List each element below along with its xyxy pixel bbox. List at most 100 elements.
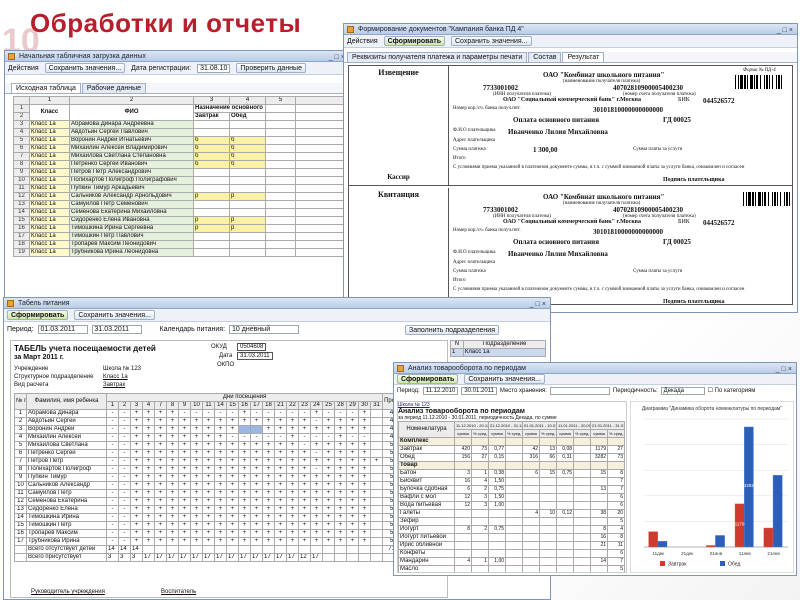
lunch-cell[interactable]: б xyxy=(229,136,266,145)
table-row[interactable]: 14 Тимошкина Ирина - - + + + + + + + + + + + + + + + + + + + +5 xyxy=(14,513,402,522)
attendance-cell[interactable]: + xyxy=(214,449,227,458)
attendance-cell[interactable]: + xyxy=(166,465,179,474)
attendance-cell[interactable]: + xyxy=(226,513,239,522)
attendance-cell[interactable]: + xyxy=(142,441,155,450)
attendance-cell[interactable]: - xyxy=(310,417,323,426)
attendance-cell[interactable]: + xyxy=(322,497,335,506)
attendance-cell[interactable]: + xyxy=(262,537,275,546)
attendance-cell[interactable]: - xyxy=(286,409,299,418)
attendance-cell[interactable]: + xyxy=(154,489,167,498)
attendance-cell[interactable]: + xyxy=(226,465,239,474)
attendance-cell[interactable]: + xyxy=(250,457,263,466)
attendance-cell[interactable]: + xyxy=(358,521,371,530)
lunch-cell[interactable] xyxy=(229,208,266,217)
attendance-cell[interactable]: + xyxy=(130,505,143,514)
attendance-cell[interactable]: + xyxy=(298,513,311,522)
empty-cell[interactable] xyxy=(295,232,344,241)
attendance-cell[interactable]: + xyxy=(358,417,371,426)
fio-cell[interactable]: Тимошкина Ирина Сергеевна xyxy=(69,224,194,233)
attendance-cell[interactable]: + xyxy=(130,473,143,482)
table-row[interactable]: 18 Класс 1а Тропарев Максим Леонидович xyxy=(13,240,344,249)
table-row[interactable]: Зефир 5 xyxy=(398,517,626,526)
empty-cell[interactable] xyxy=(295,160,344,169)
attendance-cell[interactable]: + xyxy=(178,529,191,538)
table-row[interactable]: 12 Класс 1а Сальников Александр Арнольдови… xyxy=(13,192,344,201)
attendance-cell[interactable]: + xyxy=(214,513,227,522)
attendance-cell[interactable]: + xyxy=(154,433,167,442)
attendance-cell[interactable]: + xyxy=(238,481,251,490)
attendance-cell[interactable]: + xyxy=(226,537,239,546)
attendance-cell[interactable]: + xyxy=(178,521,191,530)
actions-menu[interactable]: Действия xyxy=(347,38,378,45)
attendance-cell[interactable]: + xyxy=(154,497,167,506)
breakfast-cell[interactable]: р xyxy=(193,216,230,225)
table-row[interactable]: Ирис обливной 21 11 xyxy=(398,541,626,550)
attendance-cell[interactable]: + xyxy=(298,425,311,434)
table-row[interactable]: Комплекс xyxy=(398,437,626,446)
attendance-cell[interactable]: + xyxy=(214,489,227,498)
attendance-cell[interactable]: + xyxy=(202,465,215,474)
attendance-cell[interactable]: + xyxy=(214,433,227,442)
breakfast-cell[interactable] xyxy=(193,176,230,185)
attendance-cell[interactable]: + xyxy=(214,465,227,474)
window-controls-icon[interactable]: _□× xyxy=(777,25,795,36)
window-controls-icon[interactable]: _□× xyxy=(776,364,794,375)
attendance-cell[interactable]: + xyxy=(130,441,143,450)
attendance-cell[interactable]: + xyxy=(274,537,287,546)
attendance-cell[interactable]: + xyxy=(142,489,155,498)
attendance-cell[interactable]: + xyxy=(238,521,251,530)
attendance-cell[interactable]: + xyxy=(166,521,179,530)
attendance-cell[interactable]: + xyxy=(250,417,263,426)
attendance-cell[interactable]: - xyxy=(106,425,119,434)
attendance-cell[interactable]: - xyxy=(226,409,239,418)
attendance-cell[interactable]: + xyxy=(130,425,143,434)
attendance-cell[interactable]: - xyxy=(298,441,311,450)
department-row[interactable]: 1 Класс 1а xyxy=(450,348,547,357)
attendance-cell[interactable]: + xyxy=(334,473,347,482)
empty-cell[interactable] xyxy=(295,248,344,257)
attendance-cell[interactable]: + xyxy=(310,481,323,490)
attendance-cell[interactable]: + xyxy=(298,497,311,506)
attendance-cell[interactable]: + xyxy=(262,529,275,538)
attendance-cell[interactable]: + xyxy=(214,473,227,482)
save-values-button[interactable]: Сохранить значения... xyxy=(464,374,545,384)
attendance-cell[interactable] xyxy=(369,521,384,530)
attendance-cell[interactable]: + xyxy=(190,489,203,498)
lunch-cell[interactable]: р xyxy=(229,216,266,225)
attendance-cell[interactable]: - xyxy=(106,417,119,426)
attendance-cell[interactable]: + xyxy=(166,433,179,442)
attendance-cell[interactable]: + xyxy=(334,513,347,522)
attendance-cell[interactable]: + xyxy=(346,537,359,546)
attendance-cell[interactable]: - xyxy=(118,513,131,522)
attendance-cell[interactable]: + xyxy=(226,473,239,482)
attendance-cell[interactable]: + xyxy=(190,449,203,458)
empty-cell[interactable] xyxy=(265,160,296,169)
attendance-cell[interactable]: - xyxy=(214,409,227,418)
attendance-cell[interactable]: + xyxy=(298,537,311,546)
attendance-cell[interactable]: + xyxy=(214,425,227,434)
attendance-cell[interactable]: - xyxy=(274,433,287,442)
attendance-cell[interactable]: + xyxy=(190,425,203,434)
table-row[interactable]: Завтрак 420 73 0,77 42 13 0,08 1179 27 xyxy=(398,445,626,454)
empty-cell[interactable] xyxy=(265,144,296,153)
attendance-cell[interactable] xyxy=(369,505,384,514)
attendance-cell[interactable] xyxy=(369,537,384,546)
attendance-cell[interactable]: + xyxy=(262,513,275,522)
attendance-cell[interactable]: + xyxy=(322,481,335,490)
attendance-cell[interactable]: + xyxy=(178,505,191,514)
lunch-cell[interactable] xyxy=(229,176,266,185)
breakfast-cell[interactable] xyxy=(193,240,230,249)
save-values-button[interactable]: Сохранить значения... xyxy=(451,36,532,46)
attendance-cell[interactable]: - xyxy=(178,409,191,418)
attendance-cell[interactable]: + xyxy=(334,425,347,434)
attendance-cell[interactable]: + xyxy=(226,457,239,466)
attendance-cell[interactable]: + xyxy=(238,449,251,458)
attendance-cell[interactable]: + xyxy=(202,537,215,546)
attendance-cell[interactable]: + xyxy=(202,497,215,506)
attendance-cell[interactable]: + xyxy=(178,465,191,474)
attendance-cell[interactable]: + xyxy=(238,489,251,498)
attendance-cell[interactable]: + xyxy=(310,521,323,530)
class-cell[interactable]: Класс 1а xyxy=(29,216,70,225)
attendance-cell[interactable]: + xyxy=(346,473,359,482)
fio-cell[interactable]: Воронин Андрей Игнатьевич xyxy=(69,136,194,145)
